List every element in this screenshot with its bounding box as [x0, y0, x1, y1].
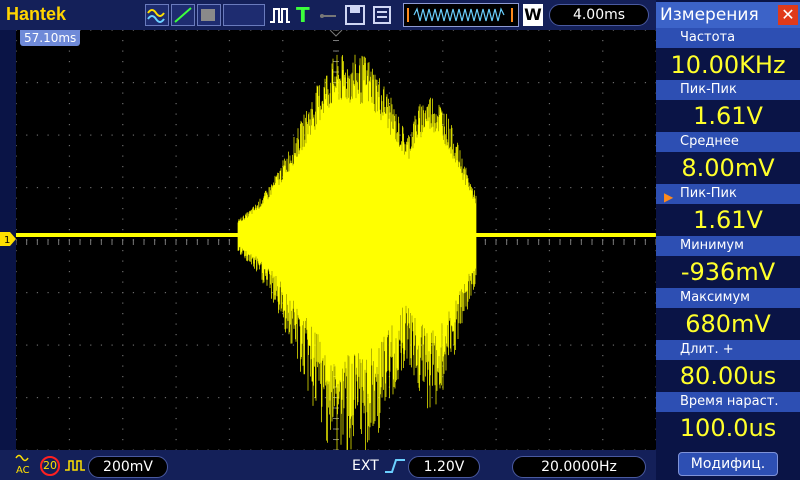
measurements-panel: Измерения ✕ Частота 10.00KHz Пик-Пик 1.6…	[656, 0, 800, 480]
waveform-display[interactable]: 57.10ms	[16, 30, 656, 450]
waveform-math-icon[interactable]	[145, 4, 169, 26]
channel1-marker-label: 1	[4, 235, 10, 246]
measurement-label[interactable]: Время нараст.	[656, 392, 800, 412]
trigger-level[interactable]: 1.20V	[408, 456, 480, 478]
measurement-label[interactable]: Максимум	[656, 288, 800, 308]
close-icon[interactable]: ✕	[778, 5, 798, 25]
volts-per-div[interactable]: 200mV	[88, 456, 168, 478]
measurement-value: -936mV	[656, 257, 800, 287]
trigger-frequency: 20.0000Hz	[512, 456, 646, 478]
status-box	[223, 4, 265, 26]
measurement-value: 80.00us	[656, 361, 800, 391]
ac-coupling-icon[interactable]: AC	[14, 453, 34, 477]
horizontal-position-indicator[interactable]	[403, 3, 519, 27]
panel-header: Измерения ✕	[656, 2, 800, 28]
time-offset-label: 57.10ms	[20, 30, 81, 46]
bandwidth-limit-icon[interactable]: 20	[40, 456, 60, 476]
invert-icon[interactable]	[64, 458, 86, 478]
trigger-t-icon[interactable]: T	[296, 3, 310, 27]
brand-logo: Hantek	[6, 4, 67, 24]
panel-title: Измерения	[660, 5, 759, 25]
persistence-icon[interactable]	[197, 4, 221, 26]
rising-edge-icon	[384, 456, 406, 480]
print-icon[interactable]	[372, 5, 392, 29]
measurement-label-selected[interactable]: Пик-Пик	[656, 184, 800, 204]
modify-button[interactable]: Модифиц.	[678, 452, 778, 476]
coupling-label: AC	[16, 465, 30, 475]
graticule	[16, 30, 656, 450]
channel1-marker[interactable]: 1	[0, 231, 16, 250]
measurement-value: 8.00mV	[656, 153, 800, 183]
timebase-display[interactable]: 4.00ms	[549, 4, 649, 26]
top-toolbar: Hantek T W 4.00ms	[0, 0, 656, 30]
measurement-value: 1.61V	[656, 101, 800, 131]
pulse-icon[interactable]	[269, 6, 291, 28]
usb-icon	[318, 8, 338, 27]
selected-arrow-icon: ▶	[664, 190, 674, 204]
measurement-label[interactable]: Пик-Пик	[656, 80, 800, 100]
save-icon[interactable]	[345, 5, 365, 29]
window-mode-indicator[interactable]: W	[523, 4, 543, 26]
measurement-label[interactable]: Длит. +	[656, 340, 800, 360]
measurement-value: 680mV	[656, 309, 800, 339]
measurement-label[interactable]: Частота	[656, 28, 800, 48]
measurement-label[interactable]: Минимум	[656, 236, 800, 256]
measurement-value: 1.61V	[656, 205, 800, 235]
slope-icon[interactable]	[171, 4, 195, 26]
trigger-source: EXT	[352, 458, 379, 474]
measurement-value: 10.00KHz	[656, 50, 800, 80]
measurement-label[interactable]: Среднее	[656, 132, 800, 152]
measurement-value: 100.0us	[656, 413, 800, 443]
